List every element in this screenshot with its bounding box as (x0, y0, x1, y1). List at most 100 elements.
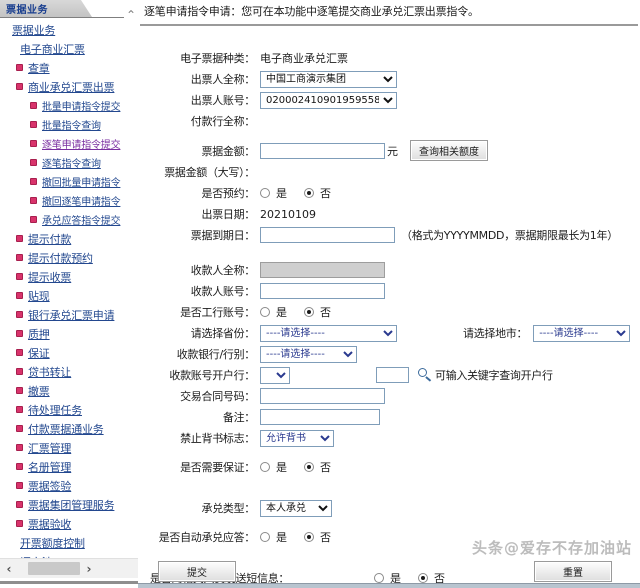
amount-cn-label: 票据金额（大写）： (164, 166, 255, 179)
sidebar-tab-divider (0, 17, 132, 18)
endorse-flag-select[interactable]: 允许背书 (260, 429, 334, 447)
scroll-right-icon[interactable]: › (80, 562, 98, 576)
sidebar-item-5[interactable]: 批量指令查询 (0, 115, 138, 134)
submit-button[interactable]: 提交 (158, 560, 236, 582)
sidebar-item-16[interactable]: 质押 (0, 324, 138, 343)
magnifier-icon[interactable] (417, 367, 433, 383)
sidebar-item-23[interactable]: 名册管理 (0, 457, 138, 476)
sidebar-item-18[interactable]: 贷书转让 (0, 362, 138, 381)
sidebar-item-3[interactable]: 商业承兑汇票出票 (0, 77, 138, 96)
sidebar-item-27[interactable]: 开票额度控制 (0, 533, 138, 552)
city-select[interactable]: ----请选择---- (533, 324, 631, 342)
is-booking-yes-radio[interactable] (260, 188, 270, 198)
auto-accept-yes-radio[interactable] (260, 532, 270, 542)
drawer-account-label: 出票人账号： (190, 94, 256, 107)
bank-search-input[interactable] (376, 367, 409, 383)
payee-bank-type-select[interactable]: ----请选择---- (260, 345, 357, 363)
sidebar-item-20[interactable]: 待处理任务 (0, 400, 138, 419)
sidebar-item-label: 撤回逐笔申请指令 (42, 197, 121, 208)
is-icbc-radio-group[interactable]: 是 否 (260, 304, 331, 320)
sidebar-item-label: 提示收票 (28, 270, 72, 284)
tree-bullet-icon (16, 443, 26, 453)
need-guarantee-yes-label: 是 (276, 461, 287, 474)
is-booking-label: 是否预约： (201, 187, 256, 200)
row-auto-accept: 是否自动承兑应答： 是 否 (138, 527, 640, 547)
sidebar-item-6[interactable]: 逐笔申请指令提交 (0, 134, 138, 153)
row-is-icbc-account: 是否工行账号： 是 否 (138, 302, 640, 322)
sidebar-vertical-scrollbar[interactable]: ⌃ (124, 8, 138, 548)
sidebar-item-26[interactable]: 票据验收 (0, 514, 138, 533)
row-payee-open-bank: 收款账号开户行： 可输入关键字查询开户行 (138, 365, 640, 385)
drawer-name-select[interactable]: 中国工商演示集团 (260, 70, 397, 88)
contract-no-label: 交易合同号码： (180, 390, 255, 403)
due-date-input[interactable] (260, 227, 395, 243)
sidebar-item-19[interactable]: 撤票 (0, 381, 138, 400)
sidebar-item-label: 查章 (28, 61, 50, 75)
row-payer-bank: 付款行全称： (138, 111, 640, 131)
reset-button[interactable]: 重置 (534, 560, 612, 582)
auto-accept-no-radio[interactable] (304, 532, 314, 542)
sidebar-item-21[interactable]: 付款票据通业务 (0, 419, 138, 438)
need-guarantee-radio-group[interactable]: 是 否 (260, 459, 331, 475)
tree-bullet-icon (16, 310, 26, 320)
contract-no-input[interactable] (260, 388, 385, 404)
row-drawer-name: 出票人全称： 中国工商演示集团 (138, 69, 640, 89)
sidebar-item-24[interactable]: 票据签验 (0, 476, 138, 495)
sidebar-item-1[interactable]: 电子商业汇票 (0, 39, 138, 58)
need-guarantee-no-label: 否 (320, 461, 331, 474)
scroll-left-icon[interactable]: ‹ (0, 562, 18, 576)
tree-bullet-icon (30, 158, 40, 168)
sidebar-item-0[interactable]: 票据业务 (0, 20, 138, 39)
chevron-up-icon[interactable]: ⌃ (124, 8, 138, 22)
is-icbc-yes-radio[interactable] (260, 307, 270, 317)
payee-open-bank-select[interactable] (260, 366, 290, 384)
query-quota-button[interactable]: 查询相关额度 (410, 140, 488, 161)
sidebar-item-10[interactable]: 承兑应答指令提交 (0, 210, 138, 229)
sidebar-item-17[interactable]: 保证 (0, 343, 138, 362)
sidebar-item-14[interactable]: 贴现 (0, 286, 138, 305)
drawer-account-select[interactable]: 0200024109019595588 (260, 91, 397, 109)
need-guarantee-yes-radio[interactable] (260, 462, 270, 472)
sidebar-item-label: 贴现 (28, 289, 50, 303)
sidebar-item-11[interactable]: 提示付款 (0, 229, 138, 248)
is-booking-no-radio[interactable] (304, 188, 314, 198)
accept-type-label: 承兑类型： (201, 502, 256, 515)
sidebar-item-7[interactable]: 逐笔指令查询 (0, 153, 138, 172)
sidebar-item-label: 票据业务 (12, 23, 56, 37)
payee-account-input[interactable] (260, 283, 385, 299)
accept-type-select[interactable]: 本人承兑 (260, 499, 332, 517)
sidebar-item-label: 保证 (28, 346, 50, 360)
is-icbc-no-radio[interactable] (304, 307, 314, 317)
sidebar-item-label: 票据签验 (28, 479, 72, 493)
tree-spacer-icon (8, 538, 18, 548)
amount-input[interactable] (260, 142, 385, 159)
sidebar-item-8[interactable]: 撤回批量申请指令 (0, 172, 138, 191)
remark-input[interactable] (260, 409, 380, 425)
sidebar-tab[interactable]: 票据业务 (0, 0, 92, 17)
sidebar-item-label: 电子商业汇票 (20, 42, 85, 56)
payee-name-input[interactable] (260, 262, 385, 278)
tree-bullet-icon (16, 462, 26, 472)
sidebar-item-label: 提示付款 (28, 232, 72, 246)
tree-bullet-icon (30, 215, 40, 225)
tree-spacer-icon (8, 44, 18, 54)
row-drawer-account: 出票人账号： 0200024109019595588 (138, 90, 640, 110)
sidebar-item-9[interactable]: 撤回逐笔申请指令 (0, 191, 138, 210)
province-select[interactable]: ----请选择---- (260, 324, 397, 342)
sidebar-item-25[interactable]: 票据集团管理服务 (0, 495, 138, 514)
sidebar-item-15[interactable]: 银行承兑汇票申请 (0, 305, 138, 324)
auto-accept-radio-group[interactable]: 是 否 (260, 529, 331, 545)
need-guarantee-no-radio[interactable] (304, 462, 314, 472)
sidebar-item-2[interactable]: 查章 (0, 58, 138, 77)
scrollbar-thumb[interactable] (28, 562, 80, 575)
sidebar-item-12[interactable]: 提示付款预约 (0, 248, 138, 267)
sidebar-horizontal-scrollbar[interactable]: ‹ › (0, 558, 138, 578)
is-booking-radio-group[interactable]: 是 否 (260, 185, 331, 201)
form-footer: 提交 重置 (138, 559, 640, 588)
sidebar-item-4[interactable]: 批量申请指令提交 (0, 96, 138, 115)
sidebar-item-22[interactable]: 汇票管理 (0, 438, 138, 457)
auto-accept-yes-label: 是 (276, 531, 287, 544)
sidebar-item-13[interactable]: 提示收票 (0, 267, 138, 286)
sidebar-item-label: 撤回批量申请指令 (42, 178, 121, 189)
